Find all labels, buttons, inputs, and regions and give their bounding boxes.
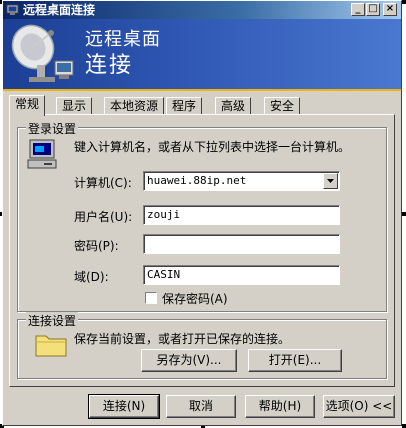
login-instruction: 键入计算机名，或者从下拉列表中选择一台计算机。 (74, 140, 351, 154)
connection-settings-label: 连接设置 (26, 312, 79, 329)
computer-label: 计算机(C): (74, 176, 132, 190)
banner-stripe (3, 89, 401, 91)
connection-instruction: 保存当前设置，或者打开已保存的连接。 (74, 332, 291, 346)
window-title: 远程桌面连接 (23, 3, 96, 17)
computer-dropdown-button[interactable] (323, 173, 338, 189)
save-as-button[interactable]: 另存为(V)... (141, 349, 237, 372)
open-button[interactable]: 打开(E)... (248, 349, 342, 372)
satellite-dish-icon (11, 24, 74, 82)
chevron-down-icon (327, 179, 334, 183)
tab-panel-general: 登录设置 键入计算机名，或者从下拉列表中选择一台计算机。 计算机(C): hua… (9, 114, 395, 387)
connect-button[interactable]: 连接(N) (88, 394, 160, 419)
tab-advanced[interactable]: 高级 (215, 97, 252, 114)
password-field[interactable] (143, 234, 340, 254)
title-bar[interactable]: 远程桌面连接 _ □ × (3, 1, 401, 19)
connection-settings-group: 连接设置 保存当前设置，或者打开已保存的连接。 另存为(V)... 打开(E).… (17, 312, 387, 379)
login-settings-group: 登录设置 键入计算机名，或者从下拉列表中选择一台计算机。 计算机(C): hua… (17, 120, 387, 312)
password-label: 密码(P): (74, 239, 119, 253)
username-label: 用户名(U): (74, 210, 133, 224)
tab-local-resources[interactable]: 本地资源 (104, 97, 165, 114)
username-field[interactable]: zouji (143, 205, 340, 225)
login-settings-label: 登录设置 (26, 120, 79, 137)
remote-desktop-icon (6, 4, 19, 15)
banner-title-line2: 连接 (85, 53, 134, 78)
options-button[interactable]: 选项(O) << (323, 395, 395, 418)
header-banner: 远程桌面 连接 (3, 19, 401, 91)
folder-icon (35, 335, 67, 357)
domain-label: 域(D): (74, 270, 109, 284)
tab-display[interactable]: 显示 (56, 97, 93, 114)
save-password-checkbox[interactable] (145, 292, 157, 304)
help-button[interactable]: 帮助(H) (245, 395, 315, 418)
minimize-button[interactable]: _ (351, 3, 365, 16)
computer-combobox[interactable]: huawei.88ip.net (143, 171, 340, 191)
resize-handle-mid-right[interactable] (402, 212, 406, 216)
domain-field[interactable]: CASIN (143, 265, 340, 285)
domain-value: CASIN (147, 268, 181, 281)
remote-desktop-window: 远程桌面连接 _ □ × 远程桌面 连接 常规 显示 本地资源 程序 高级 安全… (2, 0, 402, 426)
resize-handle-bottom-right[interactable] (402, 424, 406, 428)
save-password-label[interactable]: 保存密码(A) (162, 290, 228, 307)
tab-security[interactable]: 安全 (264, 97, 301, 114)
computer-icon (27, 139, 57, 169)
close-button[interactable]: × (383, 3, 397, 16)
cancel-button[interactable]: 取消 (166, 395, 236, 418)
username-value: zouji (147, 208, 181, 221)
maximize-button[interactable]: □ (366, 3, 380, 16)
resize-handle-top-right[interactable] (402, 0, 406, 4)
tab-general[interactable]: 常规 (9, 95, 46, 116)
tab-programs[interactable]: 程序 (166, 97, 203, 114)
computer-value: huawei.88ip.net (147, 174, 247, 187)
